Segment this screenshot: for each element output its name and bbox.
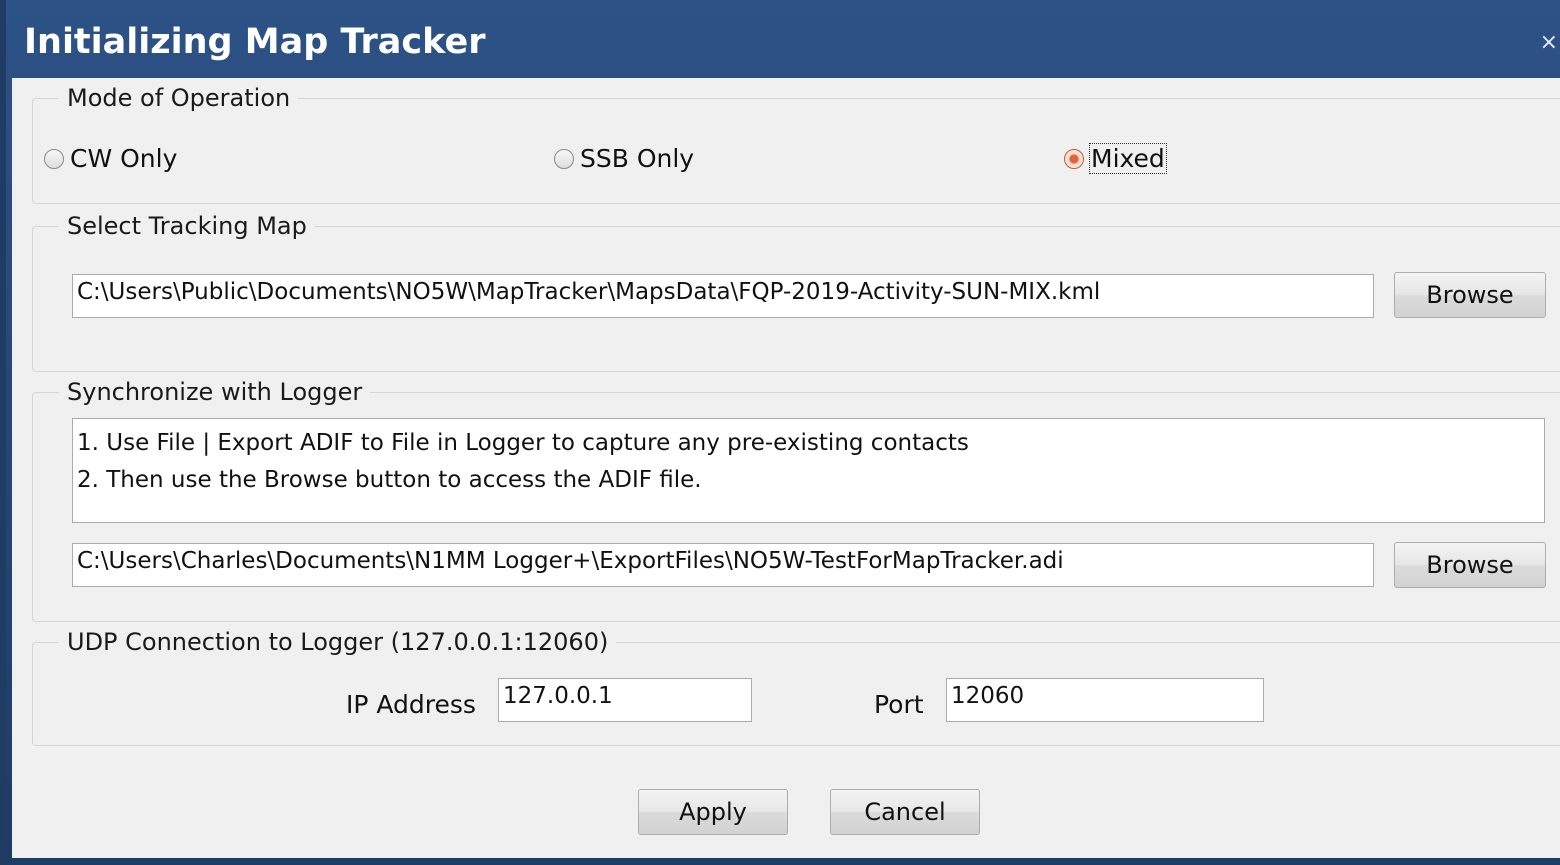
radio-cw-only-circle[interactable] [44,148,64,169]
port-input[interactable]: 12060 [946,678,1264,722]
map-group-legend: Select Tracking Map [67,212,307,240]
sync-group-legend: Synchronize with Logger [67,378,363,406]
map-path-input[interactable]: C:\Users\Public\Documents\NO5W\MapTracke… [72,274,1374,318]
radio-mixed[interactable]: Mixed [1064,143,1167,174]
sync-instructions-text[interactable]: 1. Use File | Export ADIF to File in Log… [72,418,1545,523]
map-browse-button[interactable]: Browse [1394,272,1546,318]
udp-group: UDP Connection to Logger (127.0.0.1:1206… [32,628,1560,746]
cancel-button[interactable]: Cancel [830,789,980,835]
apply-button[interactable]: Apply [638,789,788,835]
mode-group: Mode of Operation [32,84,1560,204]
sync-instruction-line: 2. Then use the Browse button to access … [77,467,702,493]
title-bar[interactable]: Initializing Map Tracker × [6,0,1560,78]
radio-cw-only[interactable]: CW Only [44,144,177,173]
radio-ssb-only-circle[interactable] [554,148,574,169]
port-label: Port [874,690,924,719]
window-title: Initializing Map Tracker [24,22,486,62]
radio-ssb-only[interactable]: SSB Only [554,144,694,173]
adif-path-input[interactable]: C:\Users\Charles\Documents\N1MM Logger+\… [72,543,1374,587]
ip-address-input[interactable]: 127.0.0.1 [498,678,752,722]
close-icon[interactable]: × [1540,30,1558,55]
dialog-body: Mode of Operation CW Only SSB Only Mixed… [12,78,1560,858]
ip-address-label: IP Address [346,690,476,719]
udp-group-legend: UDP Connection to Logger (127.0.0.1:1206… [67,628,609,656]
sync-instruction-line: 1. Use File | Export ADIF to File in Log… [77,430,969,456]
mode-group-legend: Mode of Operation [67,84,291,112]
radio-ssb-only-label: SSB Only [580,144,695,173]
radio-cw-only-label: CW Only [70,144,178,173]
dialog-window: Initializing Map Tracker × Mode of Opera… [0,0,1560,865]
radio-mixed-circle[interactable] [1064,148,1084,169]
radio-mixed-label: Mixed [1089,143,1167,174]
adif-browse-button[interactable]: Browse [1394,542,1546,588]
